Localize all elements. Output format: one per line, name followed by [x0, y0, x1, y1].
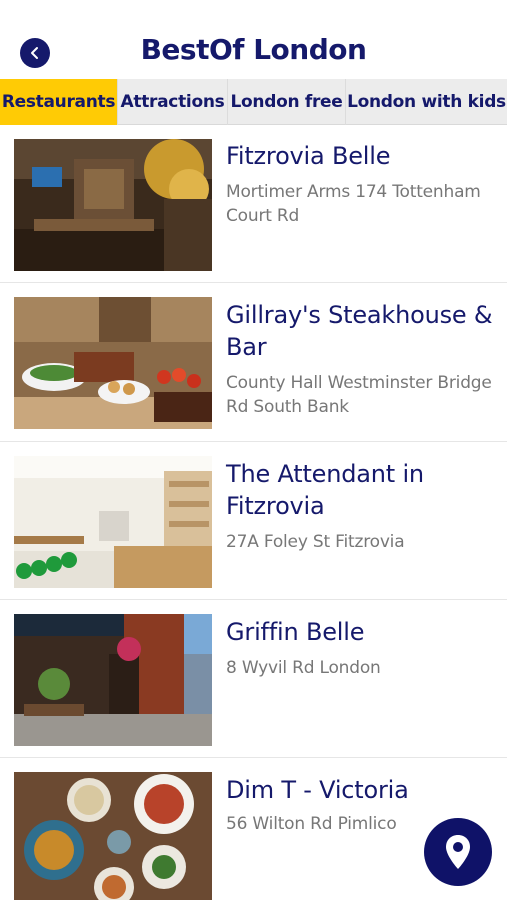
map-pin-icon	[446, 835, 470, 869]
restaurant-name: Fitzrovia Belle	[226, 142, 391, 170]
restaurant-name: The Attendant in Fitzrovia	[226, 460, 424, 520]
restaurant-name: Griffin Belle	[226, 618, 365, 646]
restaurant-name: Gillray's Steakhouse & Bar	[226, 301, 493, 361]
list-item[interactable]: Griffin Belle 8 Wyvil Rd London	[0, 600, 507, 758]
restaurant-address: County Hall Westminster Bridge Rd South …	[226, 373, 492, 417]
restaurant-thumbnail	[14, 772, 212, 900]
list-item[interactable]: Fitzrovia Belle Mortimer Arms 174 Totten…	[0, 125, 507, 283]
restaurant-address: 8 Wyvil Rd London	[226, 658, 381, 678]
restaurant-name: Dim T - Victoria	[226, 776, 409, 804]
restaurant-address: Mortimer Arms 174 Tottenham Court Rd	[226, 182, 481, 226]
tab-london-free[interactable]: London free	[228, 79, 346, 125]
restaurant-thumbnail	[14, 614, 212, 746]
list-item[interactable]: The Attendant in Fitzrovia 27A Foley St …	[0, 442, 507, 600]
restaurant-thumbnail	[14, 139, 212, 271]
app-header: BestOf London	[0, 0, 507, 78]
tab-restaurants[interactable]: Restaurants	[0, 79, 118, 125]
page-title: BestOf London	[140, 33, 367, 66]
restaurant-address: 27A Foley St Fitzrovia	[226, 532, 405, 552]
tab-london-with-kids[interactable]: London with kids	[346, 79, 507, 125]
restaurant-thumbnail	[14, 297, 212, 429]
tab-attractions[interactable]: Attractions	[118, 79, 228, 125]
list-item[interactable]: Dim T - Victoria 56 Wilton Rd Pimlico	[0, 758, 507, 900]
category-tabs: Restaurants Attractions London free Lond…	[0, 79, 507, 125]
list-item[interactable]: Gillray's Steakhouse & Bar County Hall W…	[0, 283, 507, 442]
map-button[interactable]	[424, 818, 492, 886]
restaurant-list: Fitzrovia Belle Mortimer Arms 174 Totten…	[0, 125, 507, 900]
restaurant-thumbnail	[14, 456, 212, 588]
